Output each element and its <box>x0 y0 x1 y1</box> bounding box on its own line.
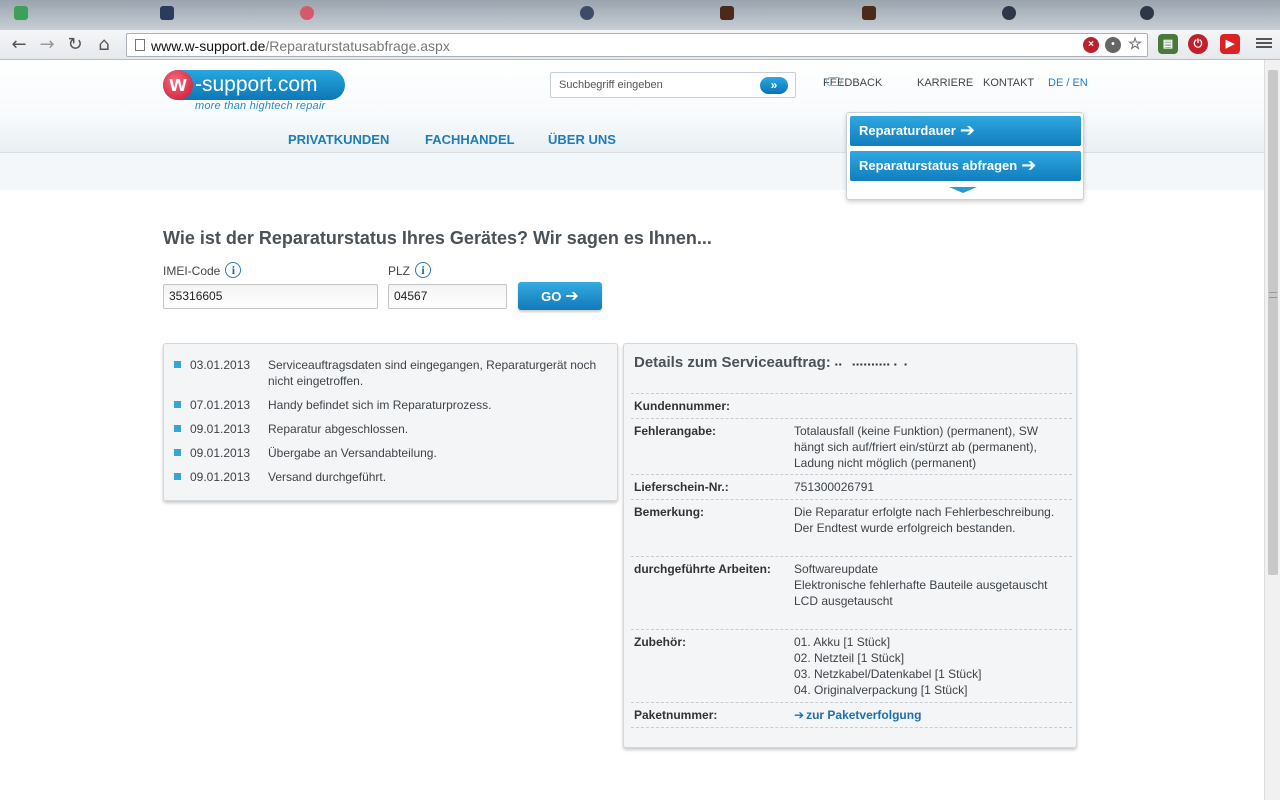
imei-field[interactable]: 35316605 <box>163 284 378 309</box>
redacted-order-number: ▪▪ ▪▪▪▪▪▪▪▪▪▪ ▪ ▪ <box>834 360 908 369</box>
tab-favicon[interactable] <box>580 6 594 20</box>
list-item: 07.01.2013 Handy befindet sich im Repara… <box>174 397 604 413</box>
nav-ueber-uns[interactable]: ÜBER UNS <box>548 132 616 147</box>
adblock-icon[interactable]: ⏻ <box>1188 34 1208 54</box>
browser-toolbar: ← → ↻ ⌂ www.w-support.de/Reparaturstatus… <box>0 30 1280 60</box>
timeline-date: 07.01.2013 <box>190 398 251 412</box>
timeline-date: 09.01.2013 <box>190 446 251 460</box>
bullet-icon <box>174 425 181 432</box>
page-viewport: w -support.com more than hightech repair… <box>0 60 1264 800</box>
site-header: w -support.com more than hightech repair… <box>0 60 1264 200</box>
menu-icon[interactable] <box>1256 36 1272 52</box>
arrow-right-icon: ➔ <box>1021 155 1037 176</box>
service-details: Details zum Serviceauftrag: ▪▪ ▪▪▪▪▪▪▪▪▪… <box>623 343 1077 748</box>
arrow-right-icon: ➔ <box>794 708 805 722</box>
plz-field[interactable]: 04567 <box>388 284 507 309</box>
tab-favicon[interactable] <box>720 6 734 20</box>
browser-tab-strip <box>0 0 1280 30</box>
arrow-right-icon: ➔ <box>959 120 975 141</box>
nav-fachhandel[interactable]: FACHHANDEL <box>425 132 515 147</box>
detail-row-bemerkung: Bemerkung: Die Reparatur erfolgte nach F… <box>631 499 1072 556</box>
page-scrollbar[interactable] <box>1264 60 1280 800</box>
timeline-text: Reparatur abgeschlossen. <box>268 422 409 436</box>
plz-label: PLZ i <box>388 262 432 278</box>
detail-row-lieferschein: Lieferschein-Nr.: 751300026791 <box>631 474 1072 499</box>
reload-icon[interactable]: ↻ <box>64 34 86 56</box>
home-icon[interactable]: ⌂ <box>93 34 115 56</box>
imei-label: IMEI-Code i <box>163 262 242 278</box>
address-bar[interactable]: www.w-support.de/Reparaturstatusabfrage.… <box>126 33 1148 57</box>
timeline-date: 03.01.2013 <box>190 358 251 372</box>
nav-privatkunden[interactable]: PRIVATKUNDEN <box>288 132 389 147</box>
extension-icon[interactable]: ▤ <box>1158 34 1178 54</box>
reparaturdauer-button[interactable]: Reparaturdauer ➔ <box>850 116 1081 146</box>
blocked-icon[interactable]: × <box>1083 37 1099 53</box>
go-button[interactable]: GO ➔ <box>518 282 602 310</box>
kontakt-link[interactable]: KONTAKT <box>983 77 1034 89</box>
forward-icon[interactable]: → <box>36 34 58 56</box>
page-title: Wie ist der Reparaturstatus Ihres Geräte… <box>163 228 712 248</box>
detail-row-fehlerangabe: Fehlerangabe: Totalausfall (keine Funkti… <box>631 418 1072 474</box>
search-box[interactable]: Suchbegriff eingeben » <box>550 72 796 98</box>
detail-row-zubehoer: Zubehör: 01. Akku [1 Stück] 02. Netzteil… <box>631 629 1072 702</box>
bullet-icon <box>174 361 181 368</box>
details-title: Details zum Serviceauftrag: ▪▪ ▪▪▪▪▪▪▪▪▪… <box>634 354 908 371</box>
bullet-icon <box>174 449 181 456</box>
detail-row-paketnummer: Paketnummer: ➔ zur Paketverfolgung <box>631 702 1072 728</box>
search-input[interactable]: Suchbegriff eingeben <box>559 79 663 91</box>
detail-row-arbeiten: durchgeführte Arbeiten: Softwareupdate E… <box>631 556 1072 629</box>
info-icon[interactable]: i <box>415 262 432 278</box>
tab-favicon[interactable] <box>160 6 174 20</box>
logo-name: -support.com <box>195 73 318 96</box>
bullet-icon <box>174 401 181 408</box>
timeline-date: 09.01.2013 <box>190 470 251 484</box>
bullet-icon <box>174 473 181 480</box>
search-go-button[interactable]: » <box>760 77 788 94</box>
logo-letter: w <box>163 70 193 100</box>
timeline-text: Versand durchgeführt. <box>268 470 387 484</box>
list-item: 09.01.2013 Übergabe an Versandabteilung. <box>174 445 604 461</box>
paketverfolgung-link[interactable]: ➔ zur Paketverfolgung <box>794 708 921 722</box>
language-switch[interactable]: DE / EN <box>1048 77 1088 89</box>
chevron-down-icon[interactable] <box>949 187 977 193</box>
list-item: 09.01.2013 Versand durchgeführt. <box>174 469 604 485</box>
url-text[interactable]: www.w-support.de/Reparaturstatusabfrage.… <box>151 37 450 55</box>
logo-tagline: more than hightech repair <box>195 100 326 112</box>
timeline-text: Handy befindet sich im Reparaturprozess. <box>268 398 492 412</box>
scrollbar-grip <box>1269 292 1277 298</box>
scrollbar-thumb[interactable] <box>1268 70 1278 575</box>
quick-links-flyout: Reparaturdauer ➔ Reparaturstatus abfragen… <box>846 112 1084 200</box>
tab-favicon[interactable] <box>862 6 876 20</box>
reparaturstatus-button[interactable]: Reparaturstatus abfragen ➔ <box>850 151 1081 181</box>
tab-favicon[interactable] <box>1140 6 1154 20</box>
detail-row-kundennummer: Kundennummer: <box>631 393 1072 418</box>
timeline-text: Serviceauftragsdaten sind eingegangen, R… <box>268 358 597 388</box>
tab-favicon[interactable] <box>14 6 28 20</box>
list-item: 09.01.2013 Reparatur abgeschlossen. <box>174 421 604 437</box>
page-icon <box>135 39 145 51</box>
karriere-link[interactable]: KARRIERE <box>917 77 973 89</box>
tab-favicon[interactable] <box>1002 6 1016 20</box>
list-item: 03.01.2013 Serviceauftragsdaten sind ein… <box>174 357 604 389</box>
site-logo[interactable]: w -support.com more than hightech repair <box>163 70 348 112</box>
youtube-icon[interactable]: ▶ <box>1220 34 1240 54</box>
back-icon[interactable]: ← <box>8 34 30 56</box>
timeline-date: 09.01.2013 <box>190 422 251 436</box>
info-icon[interactable]: i <box>225 262 242 278</box>
status-timeline: 03.01.2013 Serviceauftragsdaten sind ein… <box>163 343 618 501</box>
arrow-right-icon: ➔ <box>565 286 579 305</box>
bookmark-star-icon[interactable]: ☆ <box>1127 37 1143 53</box>
lightbulb-icon[interactable]: • <box>1105 37 1121 53</box>
speech-bubble-icon <box>826 77 842 86</box>
timeline-text: Übergabe an Versandabteilung. <box>268 446 437 460</box>
tab-favicon[interactable] <box>300 6 314 20</box>
